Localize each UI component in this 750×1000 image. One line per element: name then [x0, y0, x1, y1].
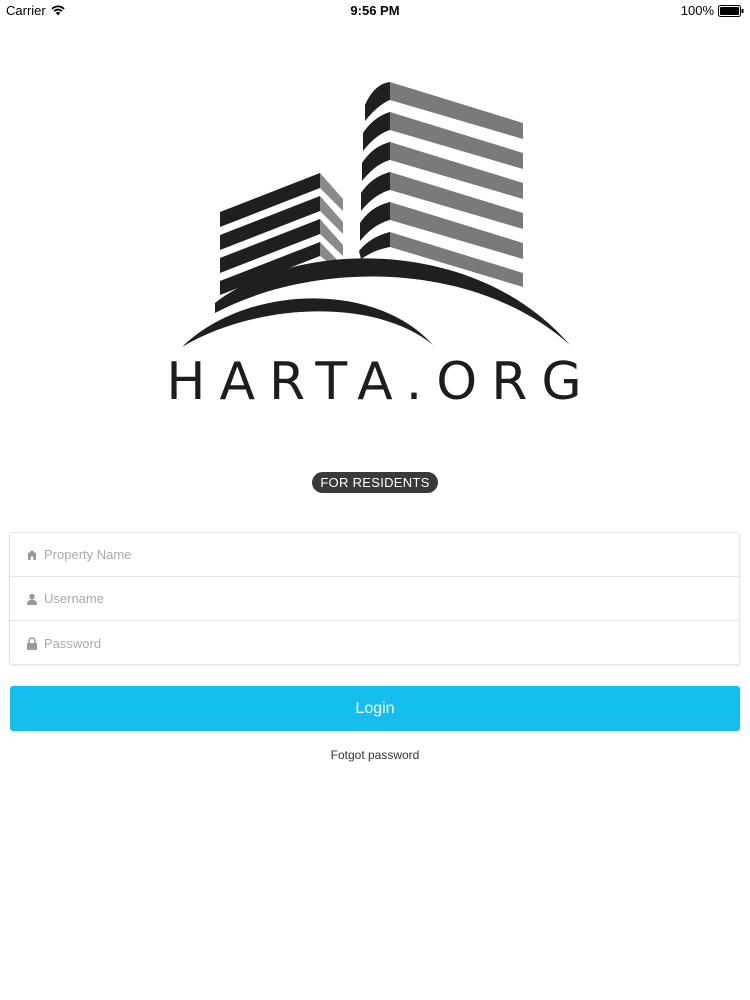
lock-icon: [25, 636, 39, 650]
username-input[interactable]: [44, 583, 694, 614]
password-field: [10, 621, 739, 665]
badge-wrap: FOR RESIDENTS: [0, 472, 750, 493]
logo-text: HARTA.ORG: [166, 352, 596, 412]
buildings-logo-icon: [182, 82, 570, 347]
status-time: 9:56 PM: [350, 3, 400, 18]
status-right: 100%: [681, 3, 744, 18]
battery-percent: 100%: [680, 3, 714, 18]
for-residents-badge: FOR RESIDENTS: [312, 472, 438, 493]
login-button[interactable]: Login: [10, 686, 740, 731]
property-name-field: [10, 533, 739, 577]
property-name-input[interactable]: [44, 539, 694, 570]
house-icon: [25, 548, 39, 562]
status-bar: Carrier 9:56 PM 100%: [0, 0, 750, 22]
login-screen: Carrier 9:56 PM 100% HARTA.ORG FOR RESID…: [0, 0, 750, 1000]
user-icon: [25, 592, 39, 606]
username-field: [10, 577, 739, 621]
forgot-password-link[interactable]: Fotgot password: [0, 748, 750, 762]
password-input[interactable]: [44, 628, 694, 658]
battery-icon: [718, 4, 744, 17]
login-form: [9, 532, 740, 665]
